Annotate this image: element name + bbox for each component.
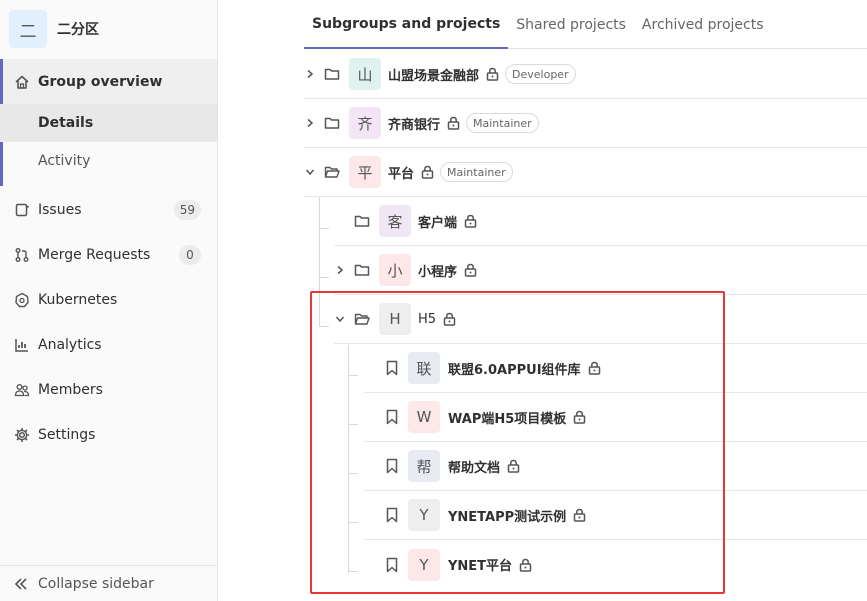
merge-requests-count-badge: 0 — [179, 244, 201, 265]
group-name[interactable]: 小程序 — [418, 261, 457, 280]
sidebar-item-details[interactable]: Details — [0, 104, 217, 142]
sidebar: 二 二分区 Group overview Details Activity Is… — [0, 0, 218, 601]
folder-icon — [324, 115, 340, 131]
sidebar-item-label: Settings — [38, 426, 96, 443]
lock-icon — [464, 263, 477, 277]
sidebar-item-kubernetes[interactable]: Kubernetes — [0, 277, 217, 322]
chevron-right-icon[interactable] — [334, 264, 346, 276]
sidebar-item-label: Analytics — [38, 336, 102, 353]
sidebar-item-group-overview[interactable]: Group overview — [0, 59, 217, 186]
collapse-sidebar-button[interactable]: Collapse sidebar — [0, 565, 217, 601]
sidebar-item-activity[interactable]: Activity — [0, 142, 217, 180]
tab-archived-projects[interactable]: Archived projects — [634, 0, 772, 49]
issues-count-badge: 59 — [173, 199, 201, 220]
tree-row-subgroup[interactable]: 客 客户端 — [334, 197, 867, 246]
kubernetes-icon — [13, 291, 31, 309]
group-avatar: 二 — [9, 10, 47, 48]
sidebar-item-settings[interactable]: Settings — [0, 412, 217, 457]
sidebar-item-label: Merge Requests — [38, 246, 151, 263]
home-icon — [13, 73, 31, 91]
group-avatar: 山 — [349, 58, 381, 90]
lock-icon — [447, 116, 460, 130]
lock-icon — [464, 214, 477, 228]
lock-icon — [421, 165, 434, 179]
chevron-down-icon[interactable] — [304, 166, 316, 178]
lock-icon — [486, 67, 499, 81]
group-name-row: 客户端 — [418, 212, 477, 231]
chevron-right-icon[interactable] — [304, 117, 316, 129]
sidebar-item-label: Members — [38, 381, 103, 398]
role-badge: Developer — [505, 64, 576, 84]
tree-connector — [319, 277, 329, 278]
sidebar-item-label: Group overview — [38, 73, 163, 90]
tab-subgroups-and-projects[interactable]: Subgroups and projects — [304, 0, 509, 49]
sidebar-item-label: Activity — [38, 153, 91, 169]
group-name-row: 齐商银行 Maintainer — [388, 113, 539, 133]
tree-row-group[interactable]: 齐 齐商银行 Maintainer — [304, 99, 867, 148]
sidebar-item-issues[interactable]: Issues 59 — [0, 187, 217, 232]
group-name-row: 小程序 — [418, 261, 477, 280]
double-chevron-left-icon — [14, 577, 28, 591]
sidebar-item-label: Details — [38, 115, 94, 131]
merge-request-icon — [13, 246, 31, 264]
tree-row-group[interactable]: 平 平台 Maintainer — [304, 148, 867, 197]
sidebar-item-members[interactable]: Members — [0, 367, 217, 412]
group-avatar: 小 — [379, 254, 411, 286]
group-name[interactable]: 山盟场景金融部 — [388, 65, 479, 84]
group-name[interactable]: 客户端 — [418, 212, 457, 231]
role-badge: Maintainer — [440, 162, 513, 182]
group-avatar: 平 — [349, 156, 381, 188]
chevron-right-icon[interactable] — [304, 68, 316, 80]
sidebar-item-analytics[interactable]: Analytics — [0, 322, 217, 367]
chart-icon — [13, 336, 31, 354]
sidebar-item-merge-requests[interactable]: Merge Requests 0 — [0, 232, 217, 277]
group-tabs: Subgroups and projects Shared projects A… — [304, 0, 867, 49]
gear-icon — [13, 426, 31, 444]
group-name-row: 平台 Maintainer — [388, 162, 513, 182]
group-name[interactable]: 齐商银行 — [388, 114, 440, 133]
group-context-header[interactable]: 二 二分区 — [0, 0, 217, 58]
tab-shared-projects[interactable]: Shared projects — [508, 0, 634, 49]
group-name[interactable]: 平台 — [388, 163, 414, 182]
users-icon — [13, 381, 31, 399]
issues-icon — [13, 201, 31, 219]
group-avatar: 齐 — [349, 107, 381, 139]
highlight-box — [310, 291, 725, 594]
group-title: 二分区 — [57, 22, 99, 38]
collapse-sidebar-label: Collapse sidebar — [38, 575, 154, 592]
sidebar-item-label: Issues — [38, 201, 82, 218]
group-name-row: 山盟场景金融部 Developer — [388, 64, 576, 84]
folder-icon — [354, 213, 370, 229]
group-avatar: 客 — [379, 205, 411, 237]
sidebar-item-label: Kubernetes — [38, 291, 118, 308]
folder-icon — [354, 262, 370, 278]
tree-row-group[interactable]: 山 山盟场景金融部 Developer — [304, 50, 867, 99]
tree-row-subgroup[interactable]: 小 小程序 — [334, 246, 867, 295]
role-badge: Maintainer — [466, 113, 539, 133]
tree-connector — [319, 228, 329, 229]
folder-icon — [324, 66, 340, 82]
folder-open-icon — [324, 164, 340, 180]
